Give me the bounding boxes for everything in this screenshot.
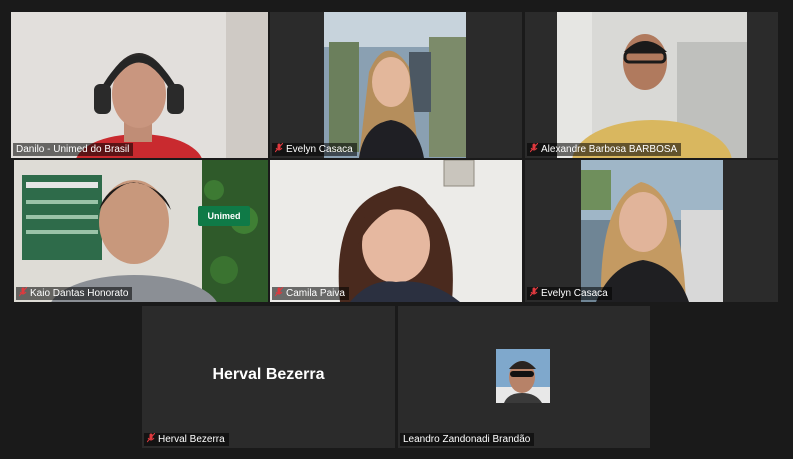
mic-muted-icon	[147, 433, 155, 443]
participant-video	[270, 160, 522, 302]
mic-muted-icon	[19, 287, 27, 297]
video-feed	[11, 12, 268, 158]
participant-name-label: Evelyn Casaca	[272, 143, 357, 156]
video-tile-kaio[interactable]: Unimed Kaio Dantas Honorato	[14, 160, 268, 302]
profile-photo	[496, 349, 550, 403]
video-tile-danilo[interactable]: Danilo - Unimed do Brasil	[11, 12, 268, 158]
participant-name: Leandro Zandonadi Brandão	[403, 434, 531, 445]
video-feed	[581, 160, 723, 302]
video-tile-camila[interactable]: Camila Paiva	[270, 160, 522, 302]
video-feed: Unimed	[14, 160, 268, 302]
participant-video	[557, 12, 747, 158]
mic-muted-icon	[275, 143, 283, 153]
participant-name-label: Danilo - Unimed do Brasil	[13, 143, 134, 156]
participant-video	[14, 160, 268, 302]
participant-name: Danilo - Unimed do Brasil	[16, 144, 130, 155]
participant-video	[581, 160, 723, 302]
mic-muted-icon	[530, 143, 538, 153]
participant-video	[324, 12, 466, 158]
video-tile-leandro[interactable]: Leandro Zandonadi Brandão	[398, 306, 650, 448]
avatar	[496, 349, 550, 403]
video-tile-evelyn-1[interactable]: Evelyn Casaca	[270, 12, 522, 158]
brand-sign-text: Unimed	[207, 211, 241, 221]
participant-name-label: Camila Paiva	[272, 287, 349, 300]
participant-name: Herval Bezerra	[158, 434, 225, 445]
participant-display-name: Herval Bezerra	[212, 366, 325, 384]
unimed-brand-sign: Unimed	[198, 206, 250, 226]
participant-name-label: Alexandre Barbosa BARBOSA	[527, 143, 682, 156]
participant-name: Alexandre Barbosa BARBOSA	[541, 144, 678, 155]
mic-muted-icon	[530, 287, 538, 297]
participant-name-label: Kaio Dantas Honorato	[16, 287, 133, 300]
participant-video	[11, 12, 268, 158]
participant-name: Evelyn Casaca	[541, 288, 608, 299]
video-tile-herval[interactable]: Herval Bezerra Herval Bezerra	[142, 306, 395, 448]
video-tile-evelyn-2[interactable]: Evelyn Casaca	[525, 160, 778, 302]
mic-muted-icon	[275, 287, 283, 297]
video-feed	[270, 160, 522, 302]
participant-name-label: Leandro Zandonadi Brandão	[400, 433, 535, 446]
participant-name: Camila Paiva	[286, 288, 345, 299]
video-feed	[324, 12, 466, 158]
participant-name-label: Evelyn Casaca	[527, 287, 612, 300]
participant-name: Evelyn Casaca	[286, 144, 353, 155]
video-feed	[557, 12, 747, 158]
participant-name: Kaio Dantas Honorato	[30, 288, 129, 299]
participant-name-label: Herval Bezerra	[144, 433, 229, 446]
video-tile-alexandre[interactable]: Alexandre Barbosa BARBOSA	[525, 12, 778, 158]
